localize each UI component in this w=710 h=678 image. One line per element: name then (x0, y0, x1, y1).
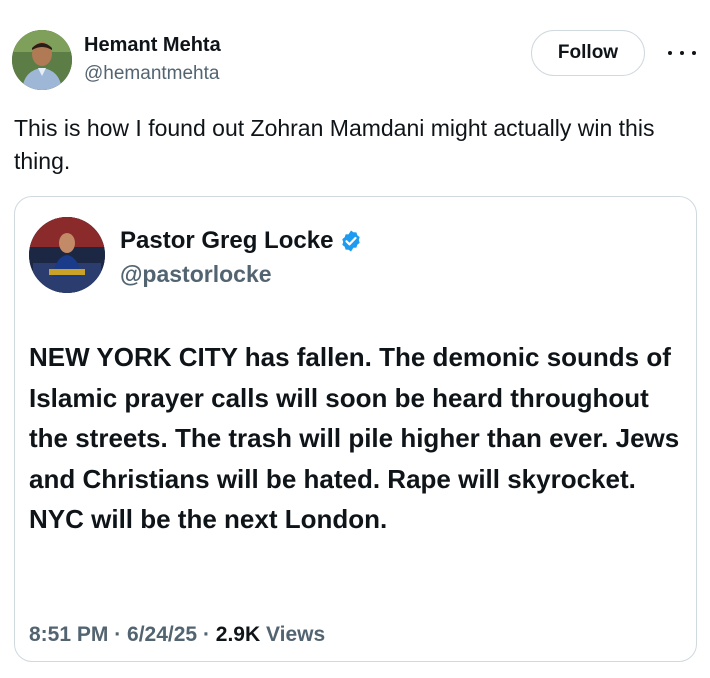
quoted-tweet[interactable]: Pastor Greg Locke @pastorlocke NEW YORK … (14, 196, 697, 662)
quoted-author-name[interactable]: Pastor Greg Locke (120, 226, 363, 256)
views-count: 2.9K (215, 623, 266, 646)
verified-badge-icon (342, 230, 361, 252)
views-label: Views (266, 623, 326, 646)
profile-photo (29, 217, 105, 293)
quoted-author-handle[interactable]: @pastorlocke (120, 259, 272, 289)
author-handle[interactable]: @hemantmehta (84, 62, 219, 86)
quoted-tweet-meta: 8:51 PM · 6/24/25 · 2.9K Views (29, 621, 325, 649)
profile-photo (12, 30, 72, 90)
quoted-author-name-text: Pastor Greg Locke (120, 227, 334, 254)
author-avatar[interactable] (12, 30, 72, 90)
quoted-tweet-time[interactable]: 8:51 PM (29, 623, 108, 646)
meta-separator: · (114, 623, 128, 646)
more-horizontal-icon[interactable] (668, 44, 696, 62)
tweet-header: Hemant Mehta @hemantmehta Follow (0, 0, 710, 100)
meta-separator: · (202, 623, 216, 646)
quoted-tweet-text: NEW YORK CITY has fallen. The demonic so… (29, 342, 680, 534)
tweet-text: This is how I found out Zohran Mamdani m… (14, 115, 655, 174)
quoted-tweet-date[interactable]: 6/24/25 (127, 623, 197, 646)
quoted-author-avatar[interactable] (29, 217, 105, 293)
follow-button[interactable]: Follow (531, 30, 645, 76)
author-name[interactable]: Hemant Mehta (84, 33, 221, 57)
